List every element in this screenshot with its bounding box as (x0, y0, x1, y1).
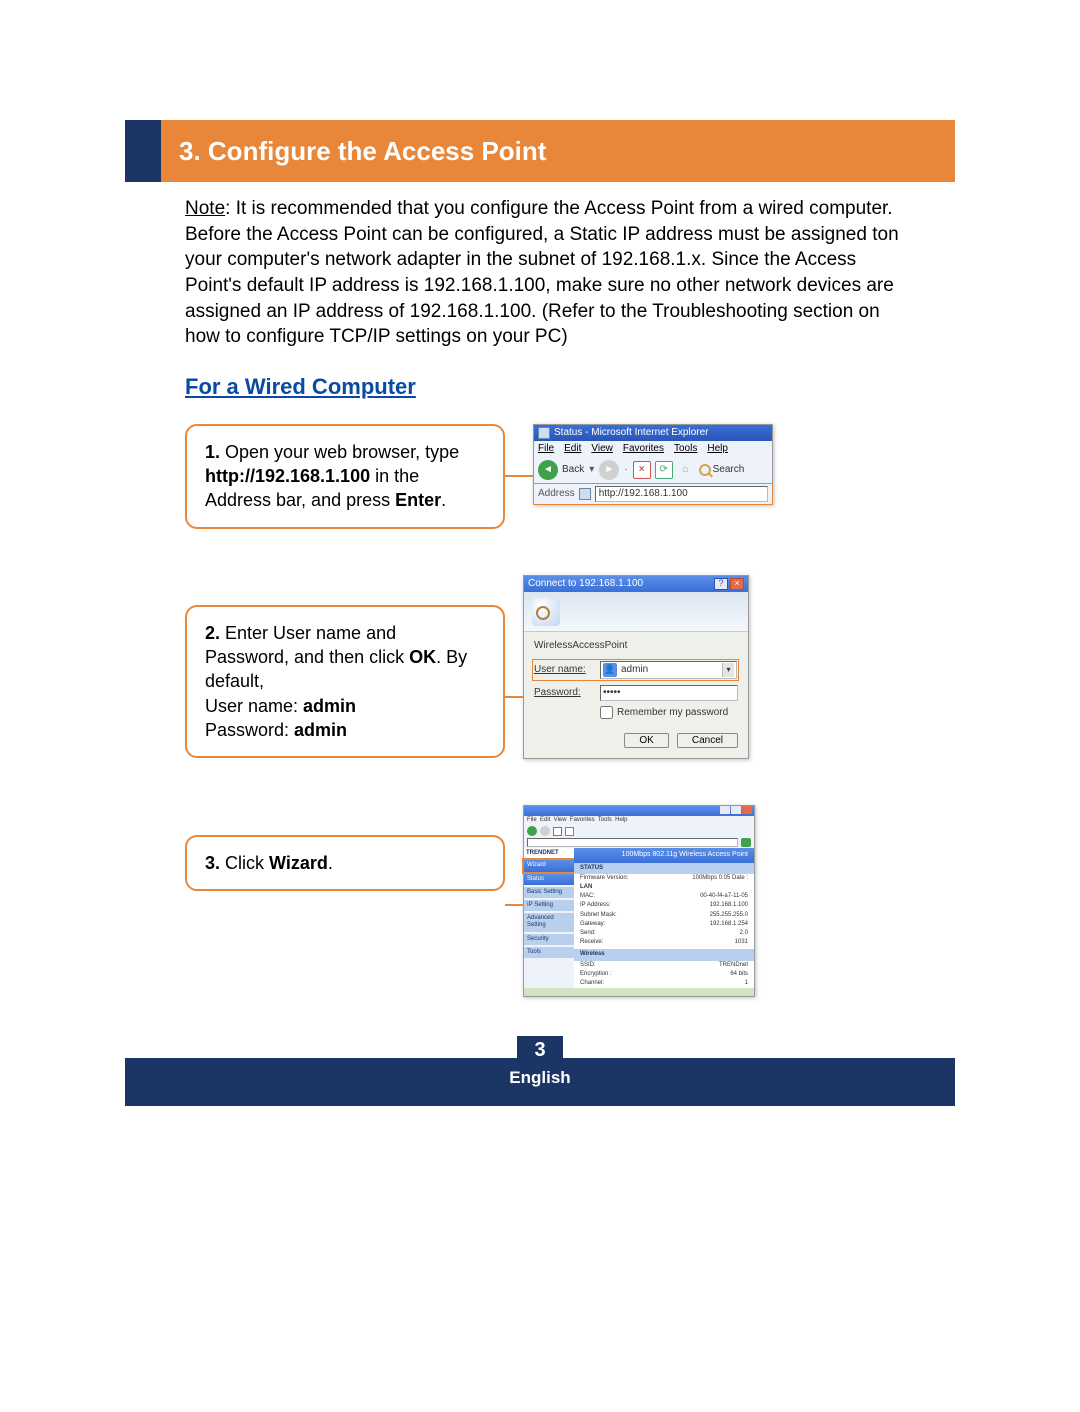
sidebar-item-security[interactable]: Security (524, 934, 574, 945)
username-label: User name: (534, 664, 594, 676)
remember-row: Remember my password (600, 706, 738, 719)
admin-main: 100Mbps 802.11g Wireless Access Point ST… (574, 848, 754, 988)
screenshot-auth-dialog: Connect to 192.168.1.100 ? × WirelessAcc… (523, 575, 749, 759)
dialog-title: Connect to 192.168.1.100 (528, 578, 643, 590)
back-label[interactable]: Back (562, 464, 584, 476)
header-accent (125, 120, 161, 182)
home-icon[interactable]: ⌂ (677, 461, 695, 479)
ie-icon (538, 427, 550, 439)
menu-favorites[interactable]: Favorites (623, 443, 664, 454)
dropdown-icon[interactable]: ▾ (722, 663, 734, 677)
back-icon[interactable] (527, 826, 537, 836)
admin-address-row (524, 837, 754, 848)
dialog-banner (524, 592, 748, 632)
refresh-icon[interactable] (565, 827, 574, 836)
username-row: User name: 👤 admin ▾ (533, 660, 738, 680)
brand-logo: TRENDNET (524, 848, 574, 859)
password-input[interactable]: ••••• (600, 685, 738, 701)
admin-statusbar (524, 988, 754, 996)
admin-titlebar (524, 806, 754, 816)
screenshot-admin-page: File Edit View Favorites Tools Help TREN… (523, 805, 755, 997)
wireless-heading: Wireless (574, 949, 754, 960)
step-2-bubble: 2. Enter User name and Password, and the… (185, 605, 505, 758)
dialog-realm: WirelessAccessPoint (534, 640, 738, 652)
remember-label: Remember my password (617, 707, 728, 718)
search-icon (699, 464, 711, 476)
admin-sidebar: TRENDNET Wizard Status Basic Setting IP … (524, 848, 574, 988)
menu-tools[interactable]: Tools (674, 443, 697, 454)
ie-window-title: Status - Microsoft Internet Explorer (554, 427, 709, 439)
help-icon[interactable]: ? (714, 578, 728, 590)
step-1-row: 1. Open your web browser, type http://19… (185, 424, 935, 529)
note-text: : It is recommended that you configure t… (185, 198, 899, 347)
menu-file[interactable]: File (538, 443, 554, 454)
step-2-row: 2. Enter User name and Password, and the… (185, 575, 935, 759)
page-number: 3 (517, 1036, 563, 1064)
connector-line (505, 904, 523, 906)
ie-titlebar: Status - Microsoft Internet Explorer (534, 425, 772, 441)
section-title: 3. Configure the Access Point (179, 136, 546, 167)
note-paragraph: Note: It is recommended that you configu… (185, 196, 915, 350)
menu-help[interactable]: Help (707, 443, 728, 454)
page-icon (579, 488, 591, 500)
back-button-icon[interactable]: ◄ (538, 460, 558, 480)
ie-menubar: File Edit View Favorites Tools Help (534, 441, 772, 457)
remember-checkbox[interactable] (600, 706, 613, 719)
forward-button-icon[interactable]: ► (599, 460, 619, 480)
minimize-icon[interactable] (720, 806, 730, 814)
connector-line (505, 475, 533, 477)
sidebar-item-basic[interactable]: Basic Setting (524, 887, 574, 898)
ie-address-row: Address http://192.168.1.100 (533, 483, 773, 505)
close-icon[interactable]: × (730, 578, 744, 590)
ie-toolbar: ◄ Back ▾ ► · × ⟳ ⌂ Search (534, 457, 772, 484)
go-icon[interactable] (741, 838, 751, 847)
password-row: Password: ••••• (534, 685, 738, 701)
sidebar-item-advanced[interactable]: Advanced Setting (524, 913, 574, 931)
sidebar-item-tools[interactable]: Tools (524, 947, 574, 958)
step-1-bubble: 1. Open your web browser, type http://19… (185, 424, 505, 529)
sidebar-item-wizard[interactable]: Wizard (524, 860, 574, 871)
user-icon: 👤 (603, 663, 617, 677)
stop-icon[interactable] (553, 827, 562, 836)
admin-toolbar (524, 825, 754, 837)
admin-banner: 100Mbps 802.11g Wireless Access Point (574, 848, 754, 862)
username-input[interactable]: 👤 admin ▾ (600, 661, 737, 679)
page-footer: 3 English (125, 1058, 955, 1106)
menu-edit[interactable]: Edit (564, 443, 581, 454)
maximize-icon[interactable] (731, 806, 741, 814)
keys-icon (532, 598, 560, 626)
connector-line (505, 696, 523, 698)
admin-address-input[interactable] (527, 838, 738, 847)
step-2-number: 2. (205, 623, 220, 643)
refresh-icon[interactable]: ⟳ (655, 461, 673, 479)
sidebar-item-ip[interactable]: IP Setting (524, 900, 574, 911)
step-3-bubble: 3. Click Wizard. (185, 835, 505, 891)
close-icon[interactable] (742, 806, 752, 814)
note-label: Note (185, 198, 225, 219)
dialog-body: WirelessAccessPoint User name: 👤 admin ▾… (524, 632, 748, 758)
section-title-bar: 3. Configure the Access Point (161, 120, 955, 182)
cancel-button[interactable]: Cancel (677, 733, 738, 748)
password-label: Password: (534, 687, 594, 699)
status-heading: STATUS (574, 863, 754, 874)
section-header: 3. Configure the Access Point (125, 120, 955, 182)
screenshot-ie-browser: Status - Microsoft Internet Explorer Fil… (533, 424, 773, 505)
stop-icon[interactable]: × (633, 461, 651, 479)
sub-heading: For a Wired Computer (185, 374, 955, 400)
step-1-number: 1. (205, 442, 220, 462)
address-label: Address (538, 488, 575, 500)
forward-icon[interactable] (540, 826, 550, 836)
address-input[interactable]: http://192.168.1.100 (595, 486, 768, 502)
step-3-row: 3. Click Wizard. File Edit View Favorite… (185, 805, 935, 997)
sidebar-item-status[interactable]: Status (524, 874, 574, 885)
menu-view[interactable]: View (591, 443, 613, 454)
dialog-titlebar: Connect to 192.168.1.100 ? × (524, 576, 748, 592)
ok-button[interactable]: OK (624, 733, 668, 748)
admin-menubar: File Edit View Favorites Tools Help (524, 816, 754, 825)
step-3-number: 3. (205, 853, 220, 873)
search-button[interactable]: Search (699, 464, 745, 476)
